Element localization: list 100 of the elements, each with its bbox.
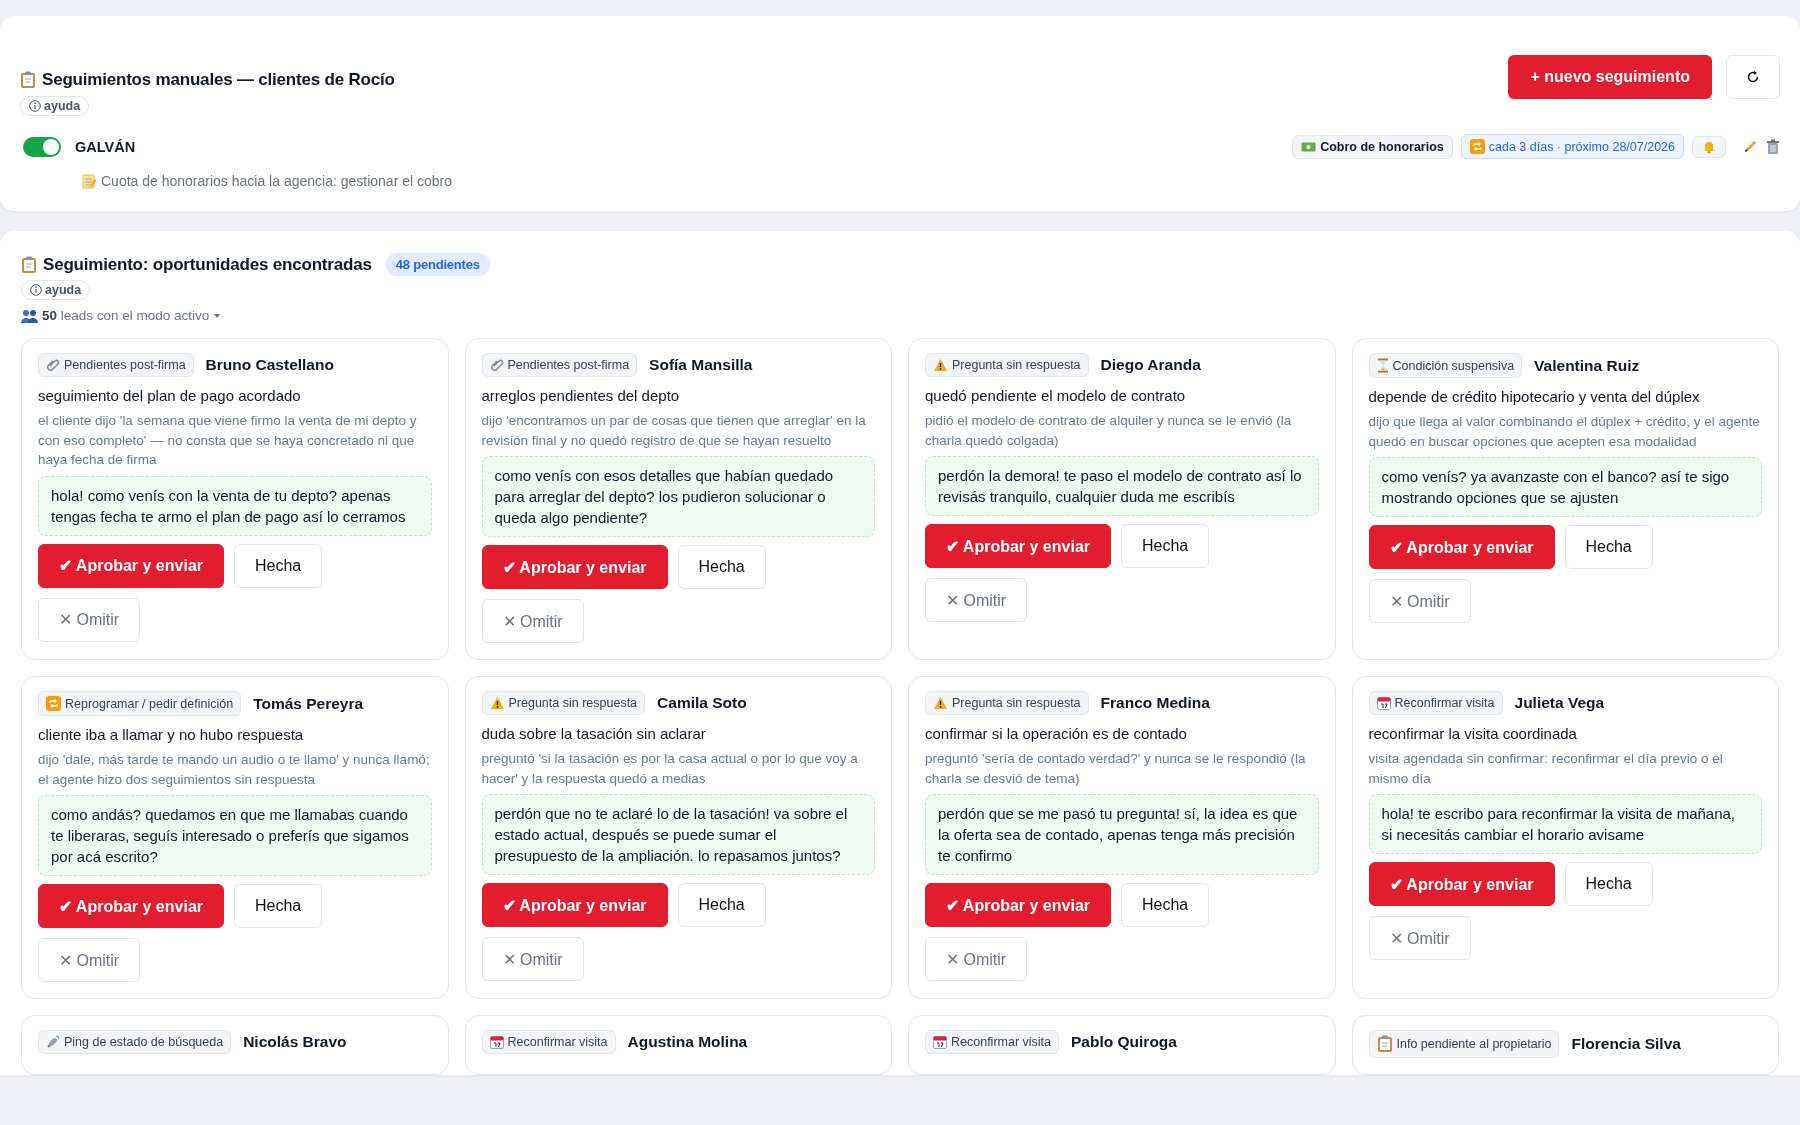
followup-detail: el cliente dijo 'la semana que viene firmo la venta de mi depto y con eso completo' — no consta que se haya concretado ni que haya fecha de firma bbox=[38, 412, 418, 469]
done-button[interactable]: Hecha bbox=[1121, 524, 1210, 568]
category-tag: Reprogramar / pedir definición bbox=[38, 691, 242, 716]
done-button[interactable]: Hecha bbox=[677, 883, 766, 927]
done-button[interactable]: Hecha bbox=[1121, 883, 1210, 927]
followup-detail: pidió el modelo de contrato de alquiler y nunca se le envió (la charla quedó colgada) bbox=[925, 412, 1293, 450]
category-tag: Reconfirmar visita bbox=[481, 1030, 616, 1054]
lead-name: Valentina Ruiz bbox=[1534, 356, 1640, 375]
client-name: GALVÁN bbox=[75, 138, 136, 155]
lead-name: Pablo Quiroga bbox=[1071, 1033, 1177, 1051]
approve-send-button[interactable]: ✔ Aprobar y enviar bbox=[481, 883, 668, 927]
approve-send-button[interactable]: ✔ Aprobar y enviar bbox=[1368, 525, 1555, 569]
lead-name: Bruno Castellano bbox=[205, 356, 334, 374]
followup-detail: dijo que llega al valor combinando el dúplex + crédito, y el agente quedó en buscar opciones que acepten esa modalidad bbox=[1368, 413, 1761, 451]
note-text: Cuota de honorarios hacia la agencia: gestionar el cobro bbox=[101, 173, 452, 189]
lead-name: Agustina Molina bbox=[627, 1033, 748, 1051]
section-title: Seguimientos manuales — clientes de Rocío bbox=[42, 70, 395, 90]
followup-detail: visita agendada sin confirmar: reconfirmar el día previo o el mismo día bbox=[1368, 750, 1724, 788]
category-tag: Info pendiente al propietario bbox=[1368, 1030, 1560, 1058]
calendar-icon bbox=[933, 1035, 947, 1049]
category-tag: Pendientes post-firma bbox=[38, 353, 194, 377]
trash-icon[interactable] bbox=[1766, 138, 1780, 155]
followup-summary: quedó pendiente el modelo de contrato bbox=[925, 387, 1187, 404]
draft-message: perdón la demora! te paso el modelo de contrato así lo revisás tranquilo, cualquier duda me escribís bbox=[925, 456, 1319, 516]
paperclip-icon bbox=[489, 358, 504, 372]
lead-name: Nicolás Bravo bbox=[243, 1033, 347, 1051]
info-icon bbox=[30, 284, 42, 296]
lead-name: Sofía Mansilla bbox=[649, 356, 753, 374]
refresh-icon bbox=[1746, 70, 1760, 84]
category-tag: Reconfirmar visita bbox=[1368, 691, 1503, 715]
skip-button[interactable]: ✕ Omitir bbox=[925, 578, 1028, 622]
help-button[interactable]: ayuda bbox=[21, 280, 91, 300]
reminder-button[interactable] bbox=[1692, 135, 1726, 158]
hourglass-icon bbox=[1376, 358, 1389, 373]
followup-detail: dijo 'encontramos un par de cosas que tienen que arreglar' en la revisión final y no quedó registro de que se hayan resuelto bbox=[481, 412, 867, 450]
calendar-icon bbox=[489, 1035, 504, 1049]
category-tag: Pregunta sin respuesta bbox=[925, 691, 1089, 715]
draft-message: como venís? ya avanzaste con el banco? así te sigo mostrando opciones que se ajusten bbox=[1368, 457, 1762, 517]
lead-name: Diego Aranda bbox=[1100, 356, 1201, 374]
followup-summary: reconfirmar la visita coordinada bbox=[1368, 725, 1578, 742]
schedule-tag: cada 3 días · próximo 28/07/2026 bbox=[1460, 134, 1684, 159]
followup-summary: depende de crédito hipotecario y venta del dúplex bbox=[1368, 388, 1701, 405]
draft-message: perdón que no te aclaré lo de la tasación! va sobre el estado actual, después se puede sumar el presupuesto de la ampliación. lo repasamos juntos? bbox=[481, 794, 875, 875]
clipboard-icon bbox=[20, 71, 36, 89]
done-button[interactable]: Hecha bbox=[234, 543, 323, 588]
clipboard-icon bbox=[21, 255, 37, 274]
lead-name: Florencia Silva bbox=[1571, 1035, 1681, 1053]
draft-message: como venís con esos detalles que habían quedado para arreglar del depto? los pudieron solucionar o queda algo pendiente? bbox=[481, 456, 875, 537]
done-button[interactable]: Hecha bbox=[677, 545, 766, 589]
people-icon bbox=[21, 308, 38, 323]
help-button[interactable]: ayuda bbox=[20, 96, 90, 116]
lead-name: Tomás Pereyra bbox=[253, 694, 364, 713]
warning-icon bbox=[489, 696, 505, 710]
lead-name: Julieta Vega bbox=[1514, 694, 1605, 712]
category-tag: Pregunta sin respuesta bbox=[481, 691, 646, 715]
draft-message: hola! te escribo para reconfirmar la visita de mañana, si necesitás cambiar el horario avisame bbox=[1368, 794, 1762, 854]
done-button[interactable]: Hecha bbox=[1564, 525, 1653, 569]
warning-icon bbox=[933, 696, 948, 710]
skip-button[interactable]: ✕ Omitir bbox=[1368, 579, 1471, 623]
toggle-switch[interactable] bbox=[23, 136, 61, 157]
category-tag: Pregunta sin respuesta bbox=[925, 353, 1089, 377]
skip-button[interactable]: ✕ Omitir bbox=[1368, 916, 1471, 960]
active-leads-dropdown[interactable]: 50 leads con el modo activo bbox=[42, 308, 210, 323]
memo-icon bbox=[82, 173, 97, 189]
draft-message: hola! como venís con la venta de tu depto? apenas tengas fecha te armo el plan de pago así lo cerramos bbox=[38, 475, 432, 536]
bell-icon bbox=[1702, 139, 1716, 154]
category-tag: Reconfirmar visita bbox=[925, 1030, 1060, 1054]
lead-name: Camila Soto bbox=[657, 694, 747, 712]
approve-send-button[interactable]: ✔ Aprobar y enviar bbox=[1368, 862, 1555, 906]
skip-button[interactable]: ✕ Omitir bbox=[38, 597, 141, 642]
repeat-icon bbox=[46, 696, 61, 711]
category-tag: Condición suspensiva bbox=[1368, 353, 1523, 378]
approve-send-button[interactable]: ✔ Aprobar y enviar bbox=[925, 883, 1111, 927]
lead-name: Franco Medina bbox=[1100, 694, 1210, 712]
banknote-icon bbox=[1301, 141, 1317, 152]
category-tag: Pendientes post-firma bbox=[481, 353, 638, 377]
pencil-icon[interactable] bbox=[1742, 138, 1758, 155]
skip-button[interactable]: ✕ Omitir bbox=[481, 599, 584, 643]
done-button[interactable]: Hecha bbox=[1564, 862, 1653, 906]
followup-detail: preguntó 'si la tasación es por la casa actual o por lo que voy a hacer' y la respuesta quedó a medias bbox=[481, 750, 859, 788]
skip-button[interactable]: ✕ Omitir bbox=[38, 938, 141, 982]
followup-summary: duda sobre la tasación sin aclarar bbox=[481, 725, 707, 742]
followup-detail: dijo 'dale, más tarde te mando un audio o te llamo' y nunca llamó; el agente hizo dos seguimientos sin respuesta bbox=[38, 751, 431, 789]
followup-summary: confirmar si la operación es de contado bbox=[925, 725, 1188, 742]
warning-icon bbox=[933, 358, 948, 372]
approve-send-button[interactable]: ✔ Aprobar y enviar bbox=[481, 545, 668, 589]
approve-send-button[interactable]: ✔ Aprobar y enviar bbox=[925, 524, 1111, 568]
repeat-icon bbox=[1469, 139, 1485, 154]
new-followup-button[interactable]: + nuevo seguimiento bbox=[1508, 55, 1712, 99]
skip-button[interactable]: ✕ Omitir bbox=[925, 937, 1028, 981]
draft-message: como andás? quedamos en que me llamabas cuando te liberaras, seguís interesado o preferís que sigamos por acá escrito? bbox=[38, 795, 432, 876]
followup-summary: arreglos pendientes del depto bbox=[481, 387, 681, 404]
done-button[interactable]: Hecha bbox=[234, 884, 323, 928]
refresh-button[interactable] bbox=[1726, 55, 1780, 99]
skip-button[interactable]: ✕ Omitir bbox=[481, 937, 584, 981]
paperclip-icon bbox=[46, 358, 60, 372]
clipboard-icon bbox=[1376, 1035, 1393, 1053]
draft-message: perdón que se me pasó tu pregunta! sí, la idea es que la oferta sea de contado, apenas tenga más precisión te confirmo bbox=[925, 794, 1319, 875]
approve-send-button[interactable]: ✔ Aprobar y enviar bbox=[38, 884, 224, 928]
approve-send-button[interactable]: ✔ Aprobar y enviar bbox=[38, 543, 224, 588]
